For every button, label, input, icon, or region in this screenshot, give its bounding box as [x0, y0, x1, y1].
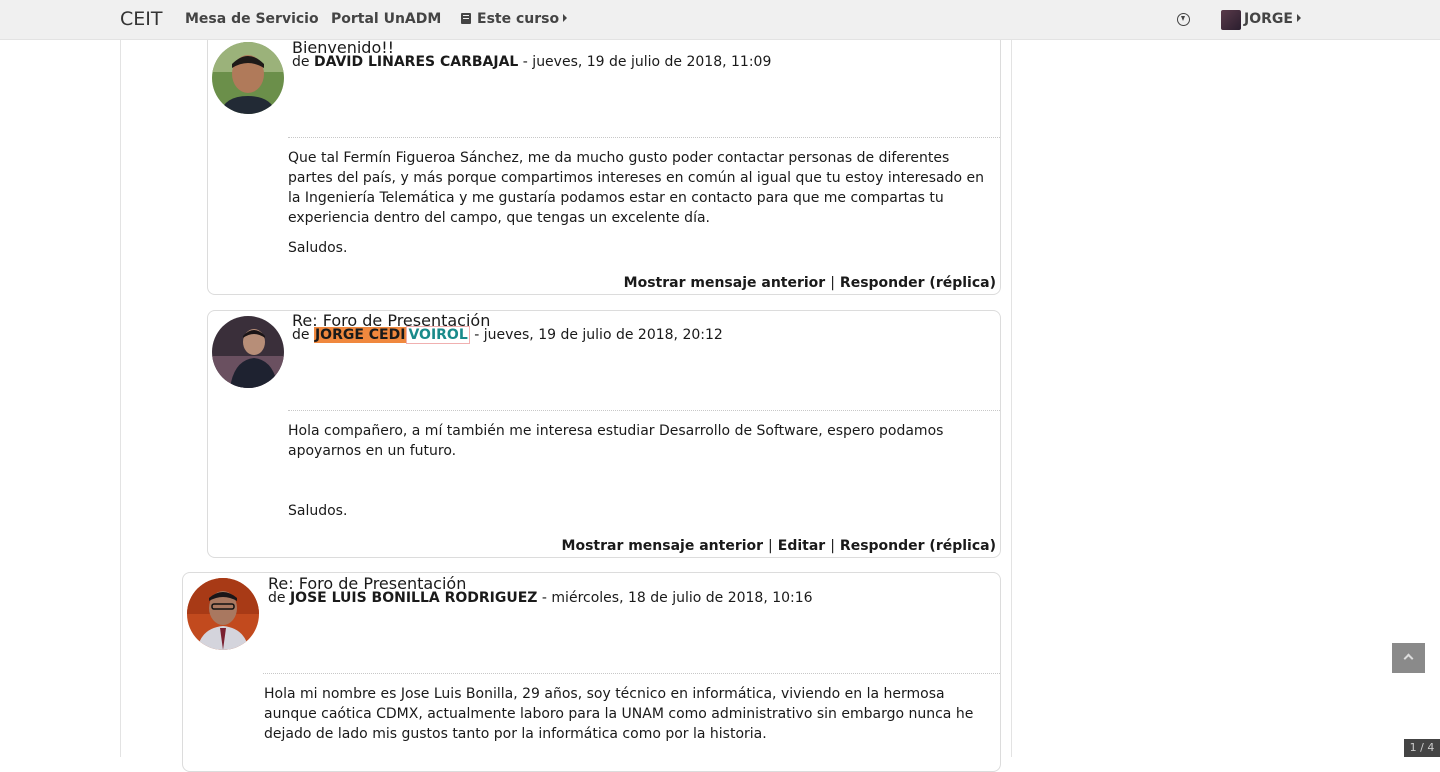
show-parent-link[interactable]: Mostrar mensaje anterior — [624, 275, 826, 291]
post-paragraph: Saludos. — [288, 503, 348, 519]
edit-link[interactable]: Editar — [778, 538, 825, 554]
post-body: Hola mi nombre es Jose Luis Bonilla, 29 … — [264, 684, 1001, 754]
post-body: Que tal Fermín Figueroa Sánchez, me da m… — [288, 148, 998, 268]
post-author[interactable]: DAVID LINARES CARBAJAL — [314, 54, 518, 70]
post-divider — [288, 410, 1000, 411]
post-author[interactable]: JOSE LUIS BONILLA RODRIGUEZ — [290, 590, 538, 606]
page-counter: 1 / 4 — [1404, 739, 1440, 757]
author-avatar[interactable] — [187, 578, 259, 650]
post-paragraph: Hola compañero, a mí también me interesa… — [288, 423, 944, 459]
user-name: JORGE — [1244, 11, 1293, 27]
post-meta: de JORGE CEDI VOIROL - jueves, 19 de juli… — [292, 326, 723, 344]
author-avatar[interactable] — [212, 316, 284, 388]
caret-right-icon — [563, 14, 568, 22]
post-date: - jueves, 19 de julio de 2018, 20:12 — [474, 327, 723, 343]
scroll-to-top-button[interactable] — [1392, 643, 1425, 673]
forum-post: Bienvenido!! de DAVID LINARES CARBAJAL -… — [207, 33, 1001, 295]
site-brand[interactable]: CEIT — [120, 8, 162, 30]
post-paragraph: Hola mi nombre es Jose Luis Bonilla, 29 … — [264, 686, 974, 742]
download-icon[interactable] — [1177, 13, 1190, 26]
post-meta: de JOSE LUIS BONILLA RODRIGUEZ - miércol… — [268, 590, 813, 606]
post-divider — [288, 137, 1000, 138]
post-paragraph: Que tal Fermín Figueroa Sánchez, me da m… — [288, 150, 985, 226]
user-avatar[interactable] — [1221, 10, 1241, 30]
post-paragraph: Saludos. — [288, 240, 348, 256]
forum-post: Re: Foro de Presentación de JOSE LUIS BO… — [182, 572, 1001, 772]
user-menu[interactable]: JORGE — [1244, 11, 1301, 27]
caret-right-icon — [1296, 14, 1301, 22]
reply-link[interactable]: Responder (réplica) — [840, 275, 996, 291]
post-actions: Mostrar mensaje anterior | Editar | Responde… — [561, 538, 996, 554]
post-divider — [263, 673, 1000, 674]
post-by: de — [292, 54, 310, 70]
post-actions: Mostrar mensaje anterior | Responder (répl… — [623, 275, 996, 291]
nav-este-curso-label: Este curso — [477, 11, 560, 27]
book-icon — [461, 13, 471, 24]
post-author-last[interactable]: VOIROL — [406, 326, 470, 344]
post-body: Hola compañero, a mí también me interesa… — [288, 421, 1000, 531]
show-parent-link[interactable]: Mostrar mensaje anterior — [562, 538, 764, 554]
nav-este-curso[interactable]: Este curso — [461, 11, 568, 27]
post-date: - jueves, 19 de julio de 2018, 11:09 — [522, 54, 772, 70]
author-avatar[interactable] — [212, 42, 284, 114]
forum-post: Re: Foro de Presentación de JORGE CEDI VO… — [207, 310, 1001, 558]
post-author-first[interactable]: JORGE CEDI — [313, 327, 407, 343]
top-navbar: CEIT Mesa de Servicio Portal UnADM Este … — [0, 0, 1440, 40]
post-by: de — [292, 327, 310, 343]
nav-mesa-de-servicio[interactable]: Mesa de Servicio — [185, 11, 319, 27]
post-by: de — [268, 590, 286, 606]
reply-link[interactable]: Responder (réplica) — [840, 538, 996, 554]
post-meta: de DAVID LINARES CARBAJAL - jueves, 19 d… — [292, 54, 771, 70]
post-date: - miércoles, 18 de julio de 2018, 10:16 — [541, 590, 813, 606]
nav-portal-unadm[interactable]: Portal UnADM — [331, 11, 441, 27]
